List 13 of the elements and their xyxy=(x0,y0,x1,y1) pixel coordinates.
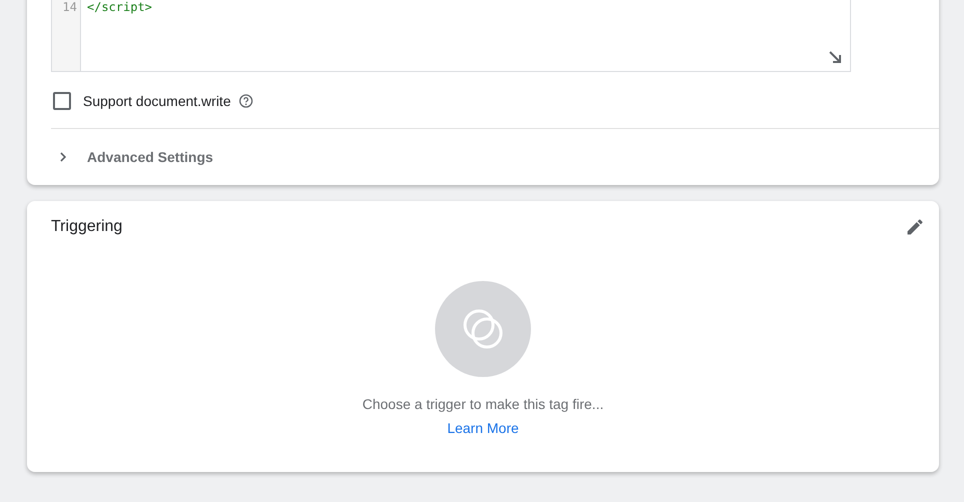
edit-icon[interactable] xyxy=(905,217,925,237)
checkbox-label: Support document.write xyxy=(83,93,231,109)
trigger-placeholder-icon xyxy=(435,281,531,377)
line-number: 14 xyxy=(62,0,78,14)
advanced-settings-toggle[interactable]: Advanced Settings xyxy=(87,149,214,165)
resize-handle-icon[interactable] xyxy=(828,50,842,64)
help-icon[interactable] xyxy=(238,94,253,108)
code-line: </script> xyxy=(87,0,154,14)
learn-more-link[interactable]: Learn More xyxy=(447,419,519,437)
code-editor[interactable]: 14 </script> xyxy=(51,0,851,72)
card-title: Triggering xyxy=(51,218,122,236)
empty-message: Choose a trigger to make this tag fire... xyxy=(362,395,604,413)
checkbox[interactable] xyxy=(53,92,71,110)
